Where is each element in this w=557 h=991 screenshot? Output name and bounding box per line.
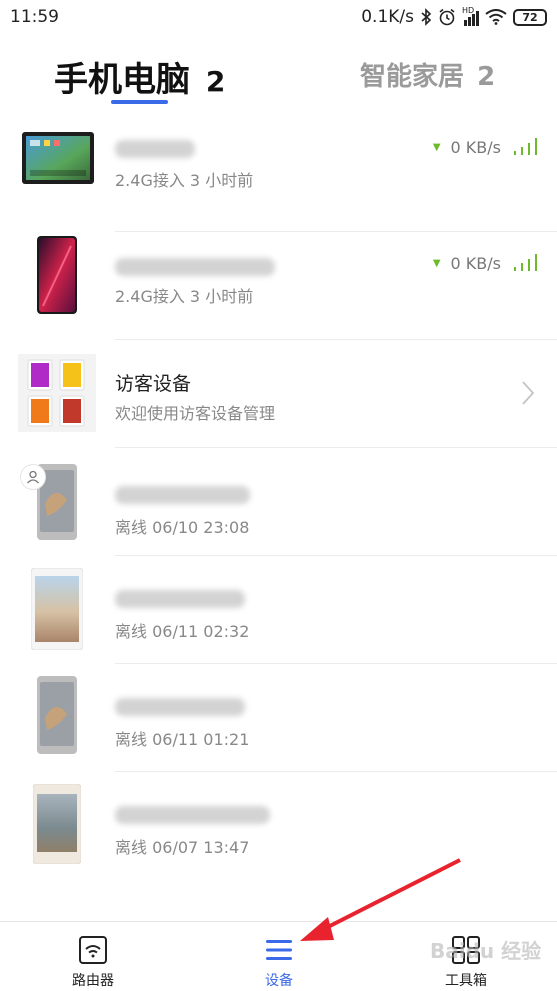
user-icon — [27, 470, 39, 484]
device-status: 离线 06/07 13:47 — [115, 838, 250, 857]
tab-label: 手机电脑 — [54, 60, 190, 100]
chevron-right-icon[interactable] — [521, 380, 535, 406]
alarm-icon — [439, 8, 455, 26]
tablet-thumbnail — [31, 568, 83, 650]
phone-thumbnail — [37, 676, 77, 754]
nav-label: 路由器 — [72, 973, 114, 989]
device-name-blurred — [115, 698, 245, 716]
speed-value: 0 KB/s — [450, 254, 501, 273]
active-tab-indicator — [111, 100, 168, 104]
device-speed: ▼ 0 KB/s — [433, 254, 501, 273]
signal-strength-icon — [514, 254, 537, 271]
status-icons: 0.1K/s HD 72 — [361, 6, 547, 27]
device-status: 离线 06/10 23:08 — [115, 518, 250, 537]
guest-devices-row[interactable]: 访客设备 欢迎使用访客设备管理 — [0, 340, 557, 448]
device-speed: ▼ 0 KB/s — [433, 138, 501, 157]
device-connection-info: 2.4G接入 3 小时前 — [115, 287, 254, 306]
nav-label: 工具箱 — [445, 973, 487, 989]
nav-label: 设备 — [265, 973, 293, 989]
device-row[interactable]: 2.4G接入 3 小时前 ▼ 0 KB/s — [0, 124, 557, 232]
tab-count: 2 — [205, 65, 226, 98]
tab-phones-computers[interactable]: 手机电脑 2 — [54, 52, 225, 101]
nav-devices[interactable]: 设备 — [219, 922, 339, 991]
device-name-blurred — [115, 258, 275, 276]
status-bar: 11:59 0.1K/s HD 72 — [0, 0, 557, 34]
device-name-blurred — [115, 486, 250, 504]
speed-value: 0 KB/s — [450, 138, 501, 157]
phone-thumbnail — [37, 236, 77, 314]
user-badge — [20, 464, 46, 490]
battery-icon: 72 — [513, 8, 547, 26]
nav-router[interactable]: 路由器 — [33, 922, 153, 991]
device-row[interactable]: 离线 06/11 02:32 — [0, 556, 557, 664]
wifi-icon — [485, 9, 507, 25]
guest-subtitle: 欢迎使用访客设备管理 — [115, 404, 276, 423]
guest-title: 访客设备 — [115, 373, 192, 395]
device-name-blurred — [115, 806, 270, 824]
device-row[interactable]: 离线 06/11 01:21 — [0, 664, 557, 772]
phone-thumbnail — [33, 784, 81, 864]
tab-count: 2 — [477, 62, 496, 92]
watermark: Baidu 经验 — [430, 939, 542, 963]
tab-label: 智能家居 — [360, 62, 465, 92]
bluetooth-icon — [421, 8, 432, 26]
devices-icon — [266, 940, 292, 960]
device-list: 2.4G接入 3 小时前 ▼ 0 KB/s 2.4G接入 3 小时前 ▼ 0 K… — [0, 124, 557, 880]
tablet-thumbnail — [22, 132, 94, 184]
status-time: 11:59 — [10, 7, 59, 27]
device-row[interactable]: 2.4G接入 3 小时前 ▼ 0 KB/s — [0, 232, 557, 340]
signal-strength-icon — [514, 138, 537, 155]
tab-smart-home[interactable]: 智能家居 2 — [360, 56, 495, 93]
network-type: HD — [462, 6, 475, 15]
device-row[interactable]: 离线 06/10 23:08 — [0, 448, 557, 556]
devices-screen: 11:59 0.1K/s HD 72 手机电脑 2 智能家居 2 2.4G接入 … — [0, 0, 557, 991]
router-icon — [79, 936, 107, 964]
download-arrow-icon: ▼ — [432, 258, 441, 269]
cell-signal-icon: HD — [462, 6, 479, 26]
device-connection-info: 2.4G接入 3 小时前 — [115, 171, 254, 190]
guest-devices-thumbnail — [18, 354, 96, 432]
device-status: 离线 06/11 02:32 — [115, 622, 250, 641]
tab-bar: 手机电脑 2 智能家居 2 — [0, 34, 557, 120]
net-speed: 0.1K/s — [361, 7, 414, 27]
device-name-blurred — [115, 590, 245, 608]
download-arrow-icon: ▼ — [432, 142, 441, 153]
device-name-blurred — [115, 140, 195, 158]
device-row[interactable]: 离线 06/07 13:47 — [0, 772, 557, 880]
device-status: 离线 06/11 01:21 — [115, 730, 250, 749]
